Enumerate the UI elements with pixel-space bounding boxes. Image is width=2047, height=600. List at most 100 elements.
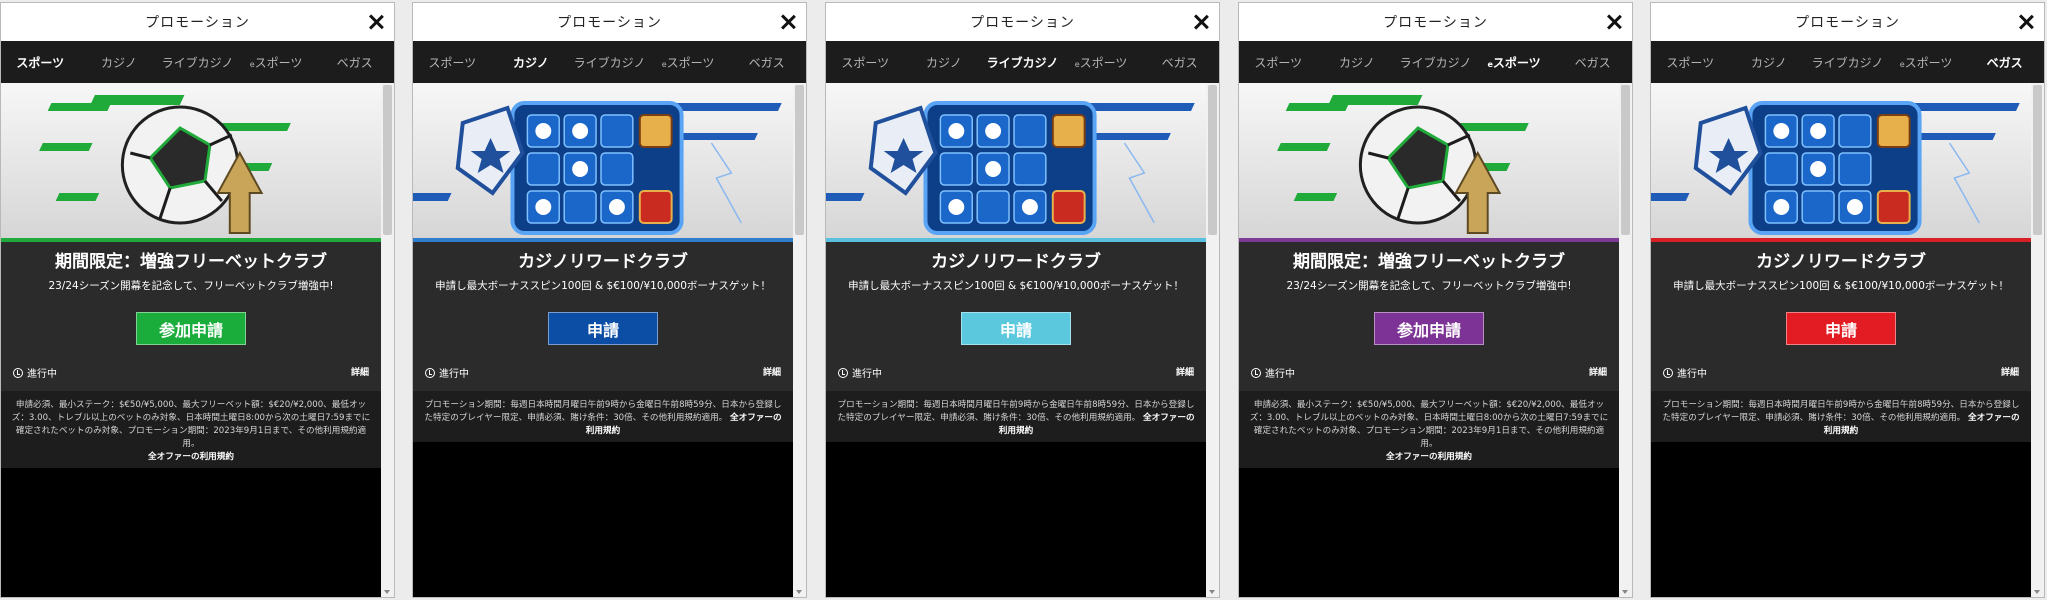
promo-subtitle: 申請し最大ボーナススピン100回 & $€100/¥10,000ボーナスゲット！ — [1673, 280, 2009, 292]
promo-panel-sports: プロモーション スポーツ カジノ ライブカジノ eスポーツ ベガス 期間限定：増… — [0, 2, 395, 598]
tab-label: スポーツ — [1079, 55, 1128, 70]
tab-label: ベガス — [1986, 55, 2023, 70]
status-label: 進行中 — [1663, 365, 1707, 380]
close-icon[interactable] — [366, 12, 386, 32]
tab-live-casino[interactable]: ライブカジノ — [1808, 54, 1887, 71]
tab-label: スポーツ — [428, 55, 477, 70]
close-icon[interactable] — [1604, 12, 1624, 32]
tab-casino[interactable]: カジノ — [1318, 54, 1397, 71]
all-offers-terms-link[interactable]: 全オファーの利用規約 — [1249, 451, 1609, 464]
modal-title: プロモーション — [1795, 15, 1900, 31]
tab-sports[interactable]: スポーツ — [1651, 54, 1730, 71]
category-tabs: スポーツ カジノ ライブカジノ eスポーツ ベガス — [1239, 41, 1632, 83]
details-link[interactable]: 詳細 — [1589, 365, 1607, 378]
scrollbar[interactable] — [381, 83, 394, 597]
tab-vegas[interactable]: ベガス — [727, 54, 806, 71]
scrollbar[interactable] — [1619, 83, 1632, 597]
promo-banner-image — [1239, 83, 1619, 238]
promo-headline: カジノリワードクラブ — [931, 252, 1101, 272]
all-offers-terms-link[interactable]: 全オファーの利用規約 — [11, 451, 371, 464]
promo-panel-casino: プロモーション スポーツ カジノ ライブカジノ eスポーツ ベガス カジノリワー… — [412, 2, 807, 598]
tab-esports[interactable]: eスポーツ — [1475, 54, 1554, 71]
scroll-down-icon[interactable] — [1622, 590, 1628, 594]
terms-text: プロモーション期間：毎週日本時間月曜日午前9時から金曜日午前8時59分、日本から… — [826, 391, 1206, 442]
tab-label: ライブカジノ — [986, 55, 1059, 70]
tab-sports[interactable]: スポーツ — [1239, 54, 1318, 71]
tab-sports[interactable]: スポーツ — [413, 54, 492, 71]
details-link[interactable]: 詳細 — [351, 365, 369, 378]
tab-live-casino[interactable]: ライブカジノ — [158, 54, 237, 71]
apply-button[interactable]: 参加申請 — [136, 312, 246, 345]
promo-headline: 期間限定：増強フリーベットクラブ — [1293, 252, 1565, 272]
tab-esports[interactable]: eスポーツ — [237, 54, 316, 71]
tab-vegas[interactable]: ベガス — [1553, 54, 1632, 71]
scroll-down-icon[interactable] — [796, 590, 802, 594]
terms-body: プロモーション期間：毎週日本時間月曜日午前9時から金曜日午前8時59分、日本から… — [837, 400, 1195, 423]
tab-sports[interactable]: スポーツ — [826, 54, 905, 71]
scrollbar[interactable] — [793, 83, 806, 597]
slot-machine-icon — [1651, 101, 2020, 235]
promo-card: 期間限定：増強フリーベットクラブ 23/24シーズン開幕を記念して、フリーベット… — [1, 242, 381, 391]
tab-vegas[interactable]: ベガス — [315, 54, 394, 71]
details-link[interactable]: 詳細 — [1176, 365, 1194, 378]
apply-button[interactable]: 参加申請 — [1374, 312, 1484, 345]
modal-title: プロモーション — [145, 15, 250, 31]
scrollbar-thumb[interactable] — [383, 85, 392, 235]
close-icon[interactable] — [778, 12, 798, 32]
tab-casino[interactable]: カジノ — [492, 54, 571, 71]
status-row: 進行中 詳細 — [826, 351, 1206, 391]
slot-machine-icon — [413, 101, 782, 235]
terms-text: 申請必須、最小ステーク：$€50/¥5,000、最大フリーベット額：$€20/¥… — [1, 391, 381, 468]
clock-icon — [1663, 367, 1673, 378]
promo-panel-esports: プロモーション スポーツ カジノ ライブカジノ eスポーツ ベガス 期間限定：増… — [1238, 2, 1633, 598]
category-tabs: スポーツ カジノ ライブカジノ eスポーツ ベガス — [413, 41, 806, 83]
details-link[interactable]: 詳細 — [763, 365, 781, 378]
scrollbar-thumb[interactable] — [2033, 85, 2042, 235]
tab-sports[interactable]: スポーツ — [1, 54, 80, 71]
tab-casino[interactable]: カジノ — [1730, 54, 1809, 71]
scrollbar-thumb[interactable] — [1621, 85, 1630, 235]
close-icon[interactable] — [1191, 12, 1211, 32]
status-row: 進行中 詳細 — [1239, 351, 1619, 391]
tab-esports[interactable]: eスポーツ — [1887, 54, 1966, 71]
tab-live-casino[interactable]: ライブカジノ — [1396, 54, 1475, 71]
apply-button[interactable]: 申請 — [961, 312, 1071, 345]
clock-icon — [13, 367, 23, 378]
tab-vegas[interactable]: ベガス — [1965, 54, 2044, 71]
scrollbar[interactable] — [2031, 83, 2044, 597]
tab-live-casino[interactable]: ライブカジノ — [570, 54, 649, 71]
modal-title: プロモーション — [557, 15, 662, 31]
clock-icon — [425, 367, 435, 378]
scrollbar-thumb[interactable] — [1208, 85, 1217, 235]
promo-banner-image — [1651, 83, 2031, 238]
scrollbar[interactable] — [1206, 83, 1219, 597]
scroll-down-icon[interactable] — [2034, 590, 2040, 594]
promo-content: カジノリワードクラブ 申請し最大ボーナススピン100回 & $€100/¥10,… — [413, 83, 793, 597]
soccer-ball-icon — [1277, 95, 1529, 234]
scroll-down-icon[interactable] — [384, 590, 390, 594]
apply-button[interactable]: 申請 — [548, 312, 658, 345]
apply-button[interactable]: 申請 — [1786, 312, 1896, 345]
promo-banner-image — [826, 83, 1206, 238]
clock-icon — [838, 367, 848, 378]
tab-casino[interactable]: カジノ — [905, 54, 984, 71]
tab-label: スポーツ — [1904, 55, 1953, 70]
promo-card: カジノリワードクラブ 申請し最大ボーナススピン100回 & $€100/¥10,… — [1651, 242, 2031, 391]
details-link[interactable]: 詳細 — [2001, 365, 2019, 378]
tab-casino[interactable]: カジノ — [80, 54, 159, 71]
tab-esports[interactable]: eスポーツ — [1062, 54, 1141, 71]
terms-text: 申請必須、最小ステーク：$€50/¥5,000、最大フリーベット額：$€20/¥… — [1239, 391, 1619, 468]
promo-panel-vegas: プロモーション スポーツ カジノ ライブカジノ eスポーツ ベガス カジノリワー… — [1650, 2, 2045, 598]
status-text: 進行中 — [439, 369, 469, 380]
promo-subtitle: 申請し最大ボーナススピン100回 & $€100/¥10,000ボーナスゲット！ — [848, 280, 1184, 292]
promo-card: カジノリワードクラブ 申請し最大ボーナススピン100回 & $€100/¥10,… — [413, 242, 793, 391]
tab-esports[interactable]: eスポーツ — [649, 54, 728, 71]
terms-body: プロモーション期間：毎週日本時間月曜日午前9時から金曜日午前8時59分、日本から… — [424, 400, 782, 423]
promo-banner-image — [1, 83, 381, 238]
tab-vegas[interactable]: ベガス — [1140, 54, 1219, 71]
promo-content: カジノリワードクラブ 申請し最大ボーナススピン100回 & $€100/¥10,… — [826, 83, 1206, 597]
scroll-down-icon[interactable] — [1209, 590, 1215, 594]
close-icon[interactable] — [2016, 12, 2036, 32]
tab-live-casino[interactable]: ライブカジノ — [983, 54, 1062, 71]
scrollbar-thumb[interactable] — [795, 85, 804, 235]
